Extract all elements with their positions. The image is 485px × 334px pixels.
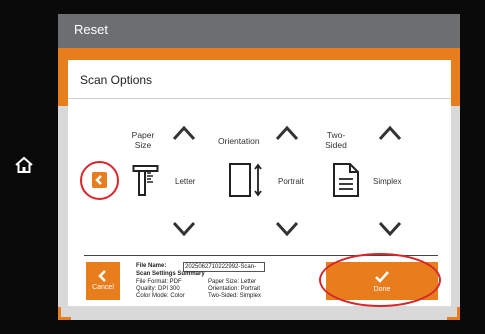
- paper-size-label: Paper Size: [131, 130, 155, 150]
- chevron-up-icon[interactable]: [274, 124, 300, 142]
- orientation-label: Orientation: [218, 136, 260, 146]
- chevron-left-icon: [98, 270, 106, 282]
- paper-size-value: Letter: [175, 177, 196, 186]
- screen-corner: [447, 307, 460, 320]
- cancel-label: Cancel: [92, 284, 114, 291]
- two-sided-label: Two- Sided: [325, 130, 347, 150]
- file-name-label: File Name:: [136, 263, 167, 269]
- scan-options-dialog: Scan Options Paper Size Letter Orientati…: [68, 60, 451, 307]
- cancel-button[interactable]: Cancel: [86, 262, 120, 300]
- screen-corner: [58, 307, 71, 320]
- two-sided-value: Simplex: [373, 177, 402, 186]
- orientation-icon: [229, 163, 262, 197]
- annotation-circle: [80, 161, 119, 200]
- chevron-up-icon[interactable]: [171, 124, 197, 142]
- title-divider: [68, 98, 451, 99]
- orientation-value: Portrait: [278, 177, 304, 186]
- device-frame: Reset Scan Options Paper Size Letter Ori…: [0, 0, 485, 334]
- summary-heading: Scan Settings Summary: [136, 271, 205, 277]
- chevron-down-icon[interactable]: [377, 220, 403, 238]
- chevron-up-icon[interactable]: [377, 124, 403, 142]
- paper-size-icon: [132, 165, 159, 196]
- reset-button[interactable]: Reset: [74, 22, 108, 37]
- top-bar: Reset: [58, 14, 460, 48]
- chevron-down-icon[interactable]: [274, 220, 300, 238]
- annotation-ellipse: [319, 253, 441, 307]
- device-screen: Reset Scan Options Paper Size Letter Ori…: [58, 14, 460, 320]
- document-icon: [333, 163, 359, 197]
- home-icon[interactable]: [14, 155, 34, 175]
- dialog-title: Scan Options: [80, 73, 153, 87]
- summary-two-sided: Two-Sided: Simplex: [208, 293, 262, 299]
- chevron-down-icon[interactable]: [171, 220, 197, 238]
- summary-color-mode: Color Mode: Color: [136, 293, 185, 299]
